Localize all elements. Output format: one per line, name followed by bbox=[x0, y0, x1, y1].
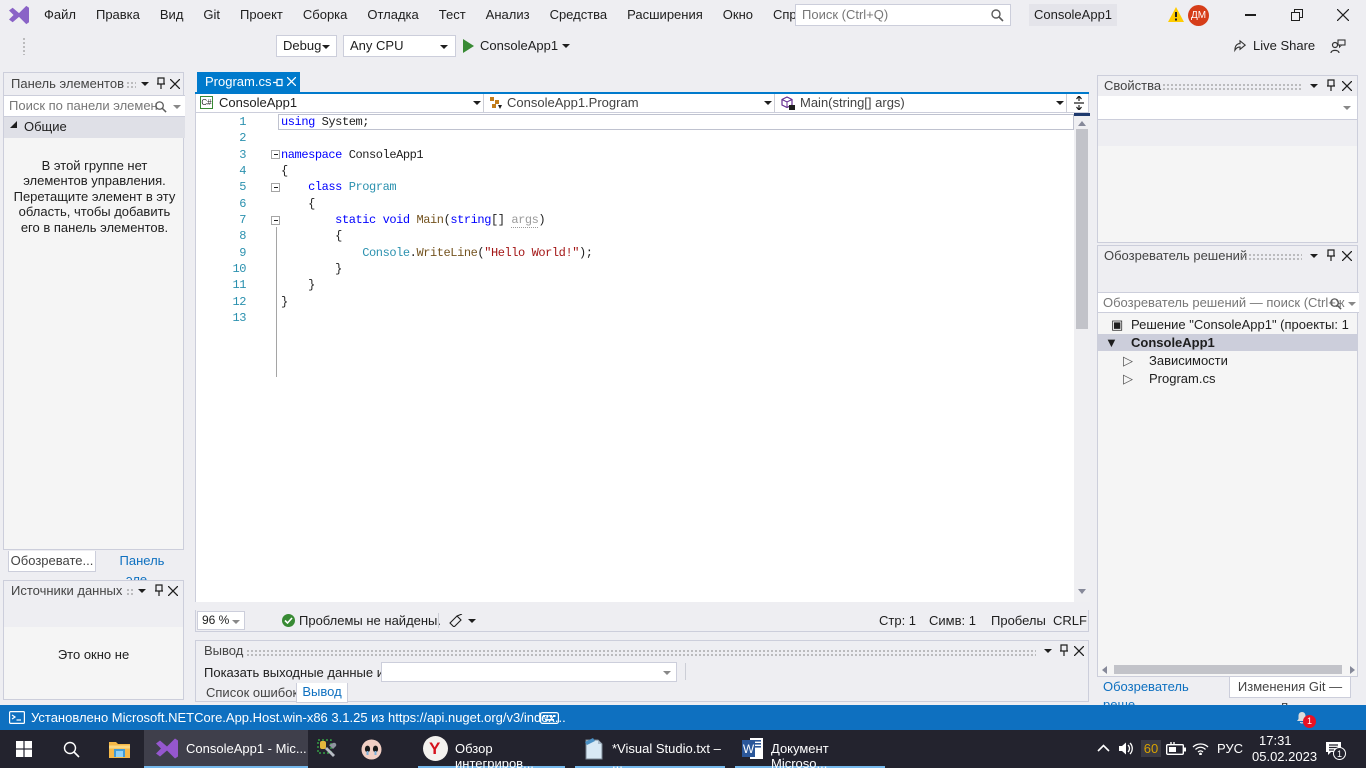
svg-text:W: W bbox=[743, 742, 755, 756]
